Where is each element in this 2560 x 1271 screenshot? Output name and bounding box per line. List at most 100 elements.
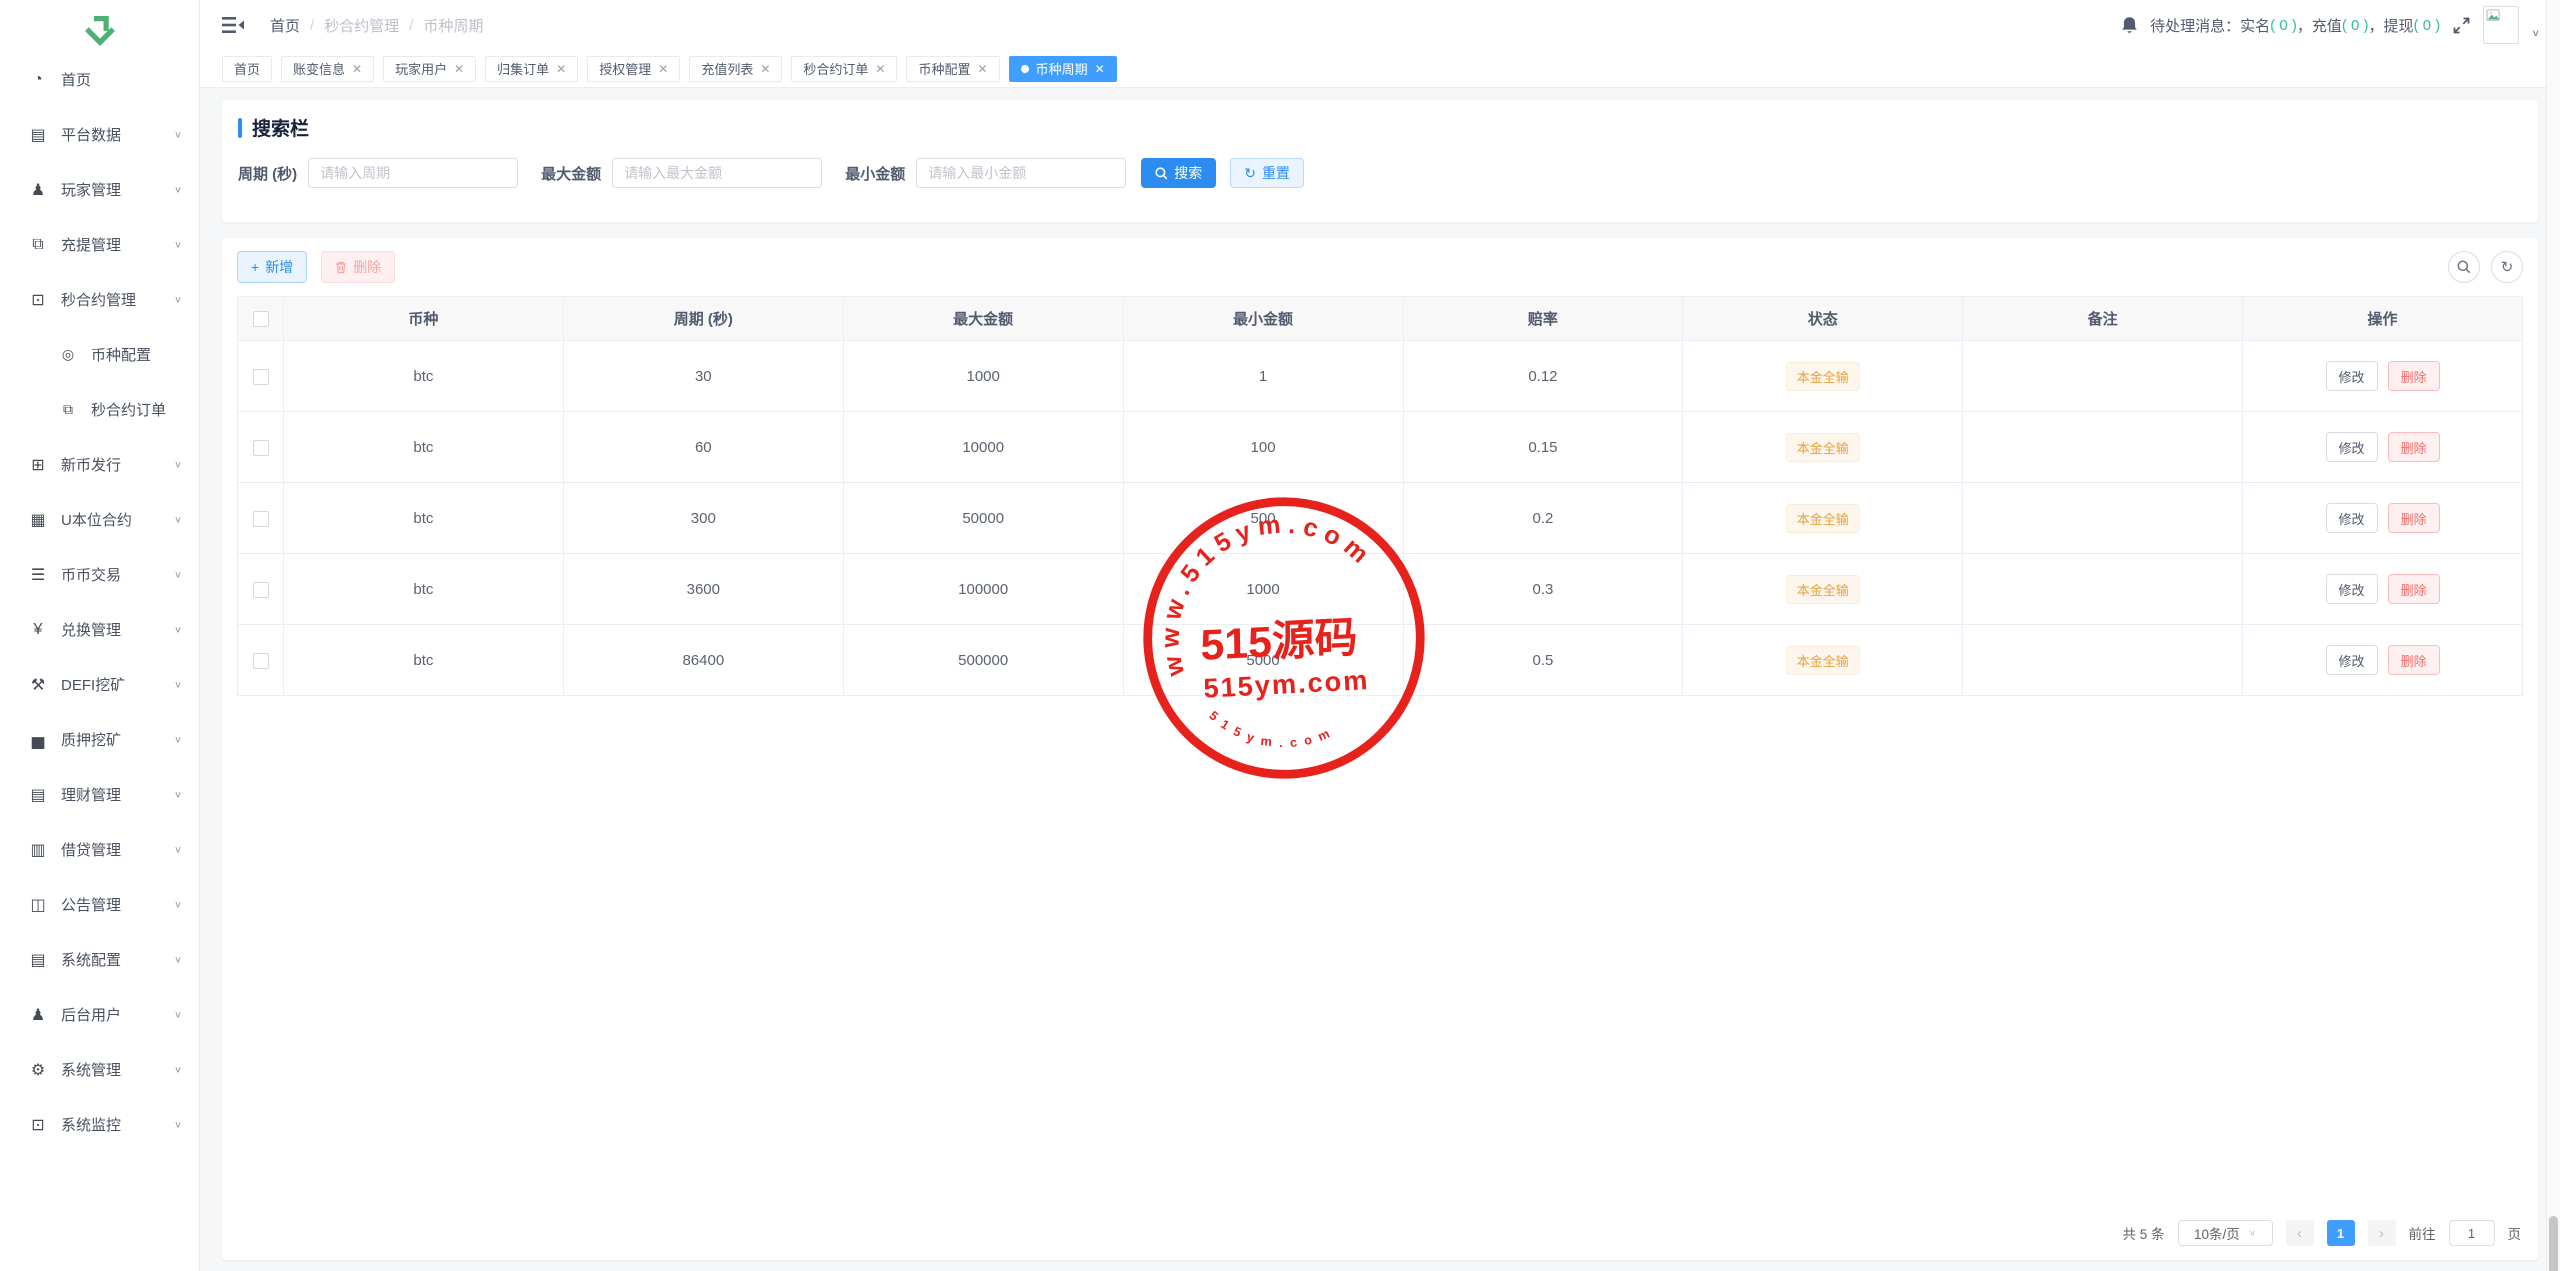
row-checkbox[interactable]: [253, 582, 269, 598]
tab-item[interactable]: 秒合约订单 ✕: [791, 56, 897, 82]
sidebar-item-dashboard[interactable]: ◔首页: [0, 52, 199, 107]
sidebar-item-spot-trade[interactable]: ☰币币交易∨: [0, 547, 199, 602]
fullscreen-icon[interactable]: [2452, 16, 2471, 35]
column-header: 赔率: [1403, 297, 1683, 341]
edit-button[interactable]: 修改: [2326, 361, 2378, 391]
chevron-down-icon: ∨: [174, 844, 182, 855]
notice-segment: ( 0 ): [2270, 17, 2297, 34]
reset-button[interactable]: ↻ 重置: [1230, 158, 1304, 188]
close-icon[interactable]: ✕: [760, 62, 770, 76]
page-size-select[interactable]: 10条/页 ∨: [2178, 1220, 2273, 1246]
prev-page-button[interactable]: ‹: [2286, 1220, 2314, 1246]
max-amount-input[interactable]: [612, 158, 822, 188]
current-page-button[interactable]: 1: [2327, 1220, 2355, 1246]
scrollbar-thumb[interactable]: [2549, 1216, 2558, 1271]
user-menu-caret-icon[interactable]: ∨: [2531, 27, 2540, 38]
delete-button[interactable]: 删除: [2388, 503, 2440, 533]
sidebar-item-label: 系统管理: [61, 1059, 121, 1080]
tab-item[interactable]: 归集订单✕: [485, 56, 578, 82]
close-icon[interactable]: ✕: [875, 62, 885, 76]
edit-button[interactable]: 修改: [2326, 503, 2378, 533]
close-icon[interactable]: ✕: [556, 62, 566, 76]
sidebar-item-coin-config[interactable]: ◎币种配置: [0, 327, 199, 382]
tab-item[interactable]: 账变信息 ✕: [281, 56, 374, 82]
close-icon[interactable]: ✕: [658, 62, 668, 76]
status-badge: 本金全输: [1786, 433, 1860, 462]
field-label-period: 周期 (秒): [238, 163, 297, 184]
plus-icon: +: [251, 259, 259, 275]
row-select-cell: [238, 341, 284, 412]
add-button[interactable]: + 新增: [237, 251, 307, 283]
sidebar-item-announcement[interactable]: ◫公告管理∨: [0, 877, 199, 932]
delete-button[interactable]: 删除: [2388, 574, 2440, 604]
edit-button[interactable]: 修改: [2326, 432, 2378, 462]
next-page-button[interactable]: ›: [2368, 1220, 2396, 1246]
row-checkbox[interactable]: [253, 511, 269, 527]
sidebar-item-label: 玩家管理: [61, 179, 121, 200]
chevron-down-icon: ∨: [174, 1009, 182, 1020]
table-row: btc60100001000.15本金全输修改删除: [238, 412, 2523, 483]
sidebar-collapse-icon[interactable]: [222, 16, 244, 34]
edit-button[interactable]: 修改: [2326, 574, 2378, 604]
min-amount-input[interactable]: [916, 158, 1126, 188]
row-checkbox[interactable]: [253, 653, 269, 669]
vertical-scrollbar[interactable]: [2546, 0, 2560, 1271]
toggle-search-button[interactable]: [2448, 251, 2480, 283]
goto-page-input[interactable]: [2449, 1220, 2495, 1246]
period-input[interactable]: [308, 158, 518, 188]
sidebar-item-system-manage[interactable]: ⚙系统管理∨: [0, 1042, 199, 1097]
sidebar-item-label: 币币交易: [61, 564, 121, 585]
sidebar-item-u-contract[interactable]: ▦U本位合约∨: [0, 492, 199, 547]
sidebar-item-lending-manage[interactable]: ▥借贷管理∨: [0, 822, 199, 877]
select-all-header-cell: [238, 297, 284, 341]
chevron-down-icon: ∨: [174, 514, 182, 525]
batch-delete-button[interactable]: 删除: [321, 251, 395, 283]
sidebar-item-label: 秒合约管理: [61, 289, 136, 310]
sidebar-item-player-manage[interactable]: ♟玩家管理∨: [0, 162, 199, 217]
refresh-button[interactable]: ↻: [2491, 251, 2523, 283]
search-button[interactable]: 搜索: [1141, 158, 1216, 188]
select-all-checkbox[interactable]: [253, 311, 269, 327]
edit-button[interactable]: 修改: [2326, 645, 2378, 675]
goto-label: 前往: [2409, 1223, 2436, 1243]
tab-item[interactable]: 首页: [222, 56, 272, 82]
tab-item[interactable]: 币种周期✕: [1009, 56, 1117, 82]
sidebar-item-system-monitor[interactable]: ⊡系统监控∨: [0, 1097, 199, 1152]
sidebar-item-admin-users[interactable]: ♟后台用户∨: [0, 987, 199, 1042]
delete-button[interactable]: 删除: [2388, 645, 2440, 675]
sidebar-item-defi-mining[interactable]: ⚒DEFI挖矿∨: [0, 657, 199, 712]
tab-label: 账变信息: [293, 59, 345, 78]
seconds-contract-icon: ⊡: [28, 290, 48, 310]
avatar[interactable]: [2483, 6, 2519, 44]
bell-icon[interactable]: [2121, 16, 2138, 35]
close-icon[interactable]: ✕: [978, 62, 988, 76]
sidebar-item-label: 首页: [61, 69, 91, 90]
tab-item[interactable]: 授权管理✕: [587, 56, 680, 82]
sidebar-item-finance-manage[interactable]: ▤理财管理∨: [0, 767, 199, 822]
sidebar-item-seconds-contract[interactable]: ⊡秒合约管理∨: [0, 272, 199, 327]
close-icon[interactable]: ✕: [352, 62, 362, 76]
tab-item[interactable]: 币种配置✕: [906, 56, 999, 82]
sidebar-item-seconds-orders[interactable]: ⧉秒合约订单: [0, 382, 199, 437]
tab-item[interactable]: 玩家用户✕: [383, 56, 476, 82]
notice-segment: ( 0 ): [2342, 17, 2369, 34]
chevron-down-icon: ∨: [174, 1119, 182, 1130]
sidebar-item-platform-data[interactable]: ▤平台数据∨: [0, 107, 199, 162]
sidebar-item-recharge-withdraw[interactable]: ⧉充提管理∨: [0, 217, 199, 272]
close-icon[interactable]: ✕: [454, 62, 464, 76]
tab-label: 秒合约订单: [803, 59, 868, 78]
delete-button[interactable]: 删除: [2388, 432, 2440, 462]
row-checkbox[interactable]: [253, 369, 269, 385]
sidebar-item-exchange-manage[interactable]: ¥兑换管理∨: [0, 602, 199, 657]
broken-image-icon: [2486, 9, 2501, 24]
sidebar-item-staking-mining[interactable]: ▅质押挖矿∨: [0, 712, 199, 767]
close-icon[interactable]: ✕: [1095, 62, 1105, 76]
row-checkbox[interactable]: [253, 440, 269, 456]
sidebar-item-system-config[interactable]: ▤系统配置∨: [0, 932, 199, 987]
breadcrumb-item: 秒合约管理: [324, 15, 399, 36]
delete-button[interactable]: 删除: [2388, 361, 2440, 391]
tab-item[interactable]: 充值列表✕: [689, 56, 782, 82]
breadcrumb-home[interactable]: 首页: [270, 15, 300, 36]
finance-manage-icon: ▤: [28, 785, 48, 805]
sidebar-item-new-coin-issue[interactable]: ⊞新币发行∨: [0, 437, 199, 492]
